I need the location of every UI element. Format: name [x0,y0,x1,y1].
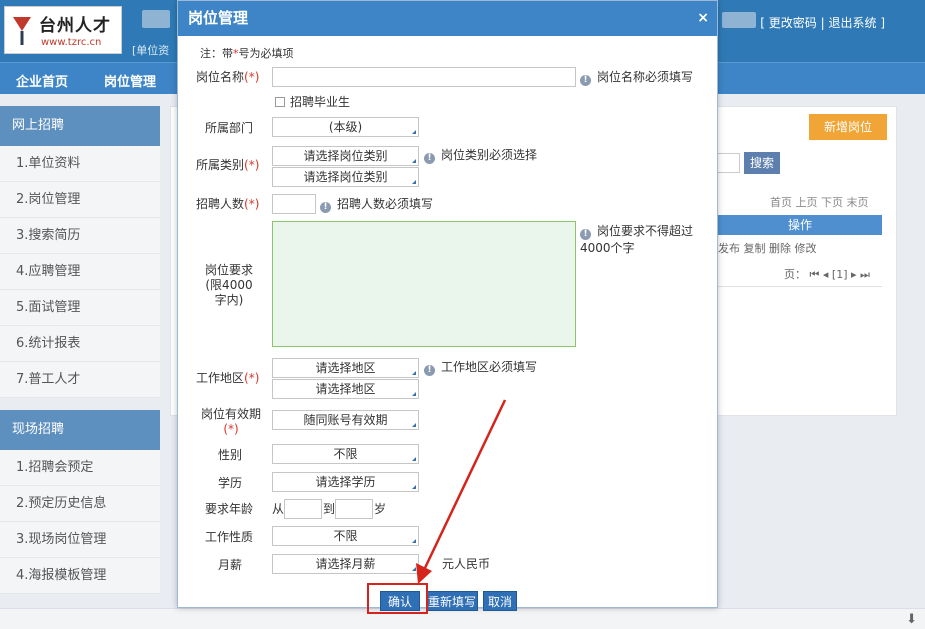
annotation-arrow-icon [416,399,507,584]
